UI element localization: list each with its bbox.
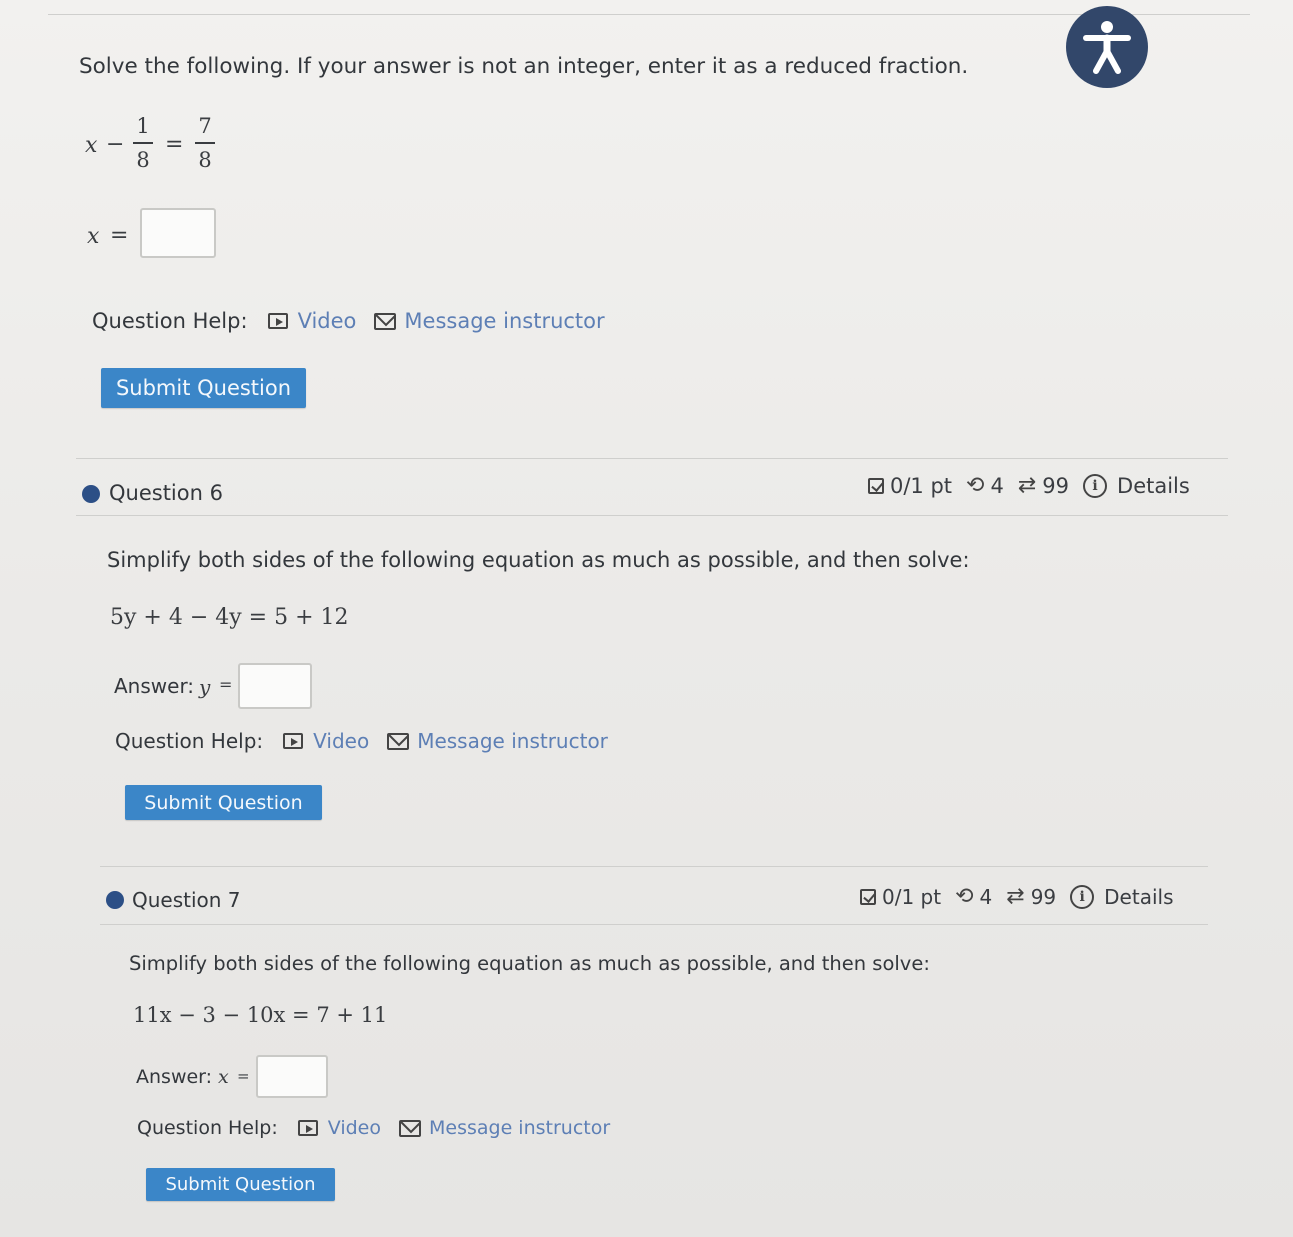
repeat-icon: ⇄ [1017, 473, 1037, 498]
mail-icon [398, 1119, 421, 1137]
question-7-submit-button[interactable]: Submit Question [146, 1168, 335, 1201]
info-icon: i [1083, 473, 1108, 498]
video-icon [283, 733, 304, 749]
question-6-submit-button[interactable]: Submit Question [125, 785, 322, 820]
message-instructor-link[interactable]: Message instructor [398, 1117, 611, 1139]
video-link[interactable]: Video [297, 1117, 381, 1139]
video-link-label: Video [313, 729, 370, 753]
question-7-meta: 0/1 pt ⟲ 4 ⇄ 99 i Details [860, 884, 1174, 909]
message-instructor-link[interactable]: Message instructor [374, 309, 605, 333]
question-7-header-divider [100, 924, 1208, 925]
video-link-label: Video [327, 1117, 381, 1139]
question-7-answer-input[interactable] [256, 1055, 328, 1098]
video-link[interactable]: Video [267, 309, 357, 333]
checkbox-icon [860, 888, 876, 905]
question-6-retries: 4 [990, 473, 1004, 498]
accessibility-icon [1083, 21, 1131, 74]
fraction-seven-eighths: 7 8 [195, 113, 215, 173]
question-7-answer-label: Answer: [136, 1066, 213, 1088]
question-6-help-row: Question Help: Video Message instructor [115, 729, 626, 753]
equation-equals: = [165, 132, 184, 157]
submit-question-button[interactable]: Submit Question [101, 368, 306, 408]
question-6-meta: 0/1 pt ⟲ 4 ⇄ 99 i Details [868, 473, 1190, 498]
answer-var: x [87, 224, 100, 249]
fraction-bar [195, 142, 215, 144]
question-7-equation: 11x − 3 − 10x = 7 + 11 [133, 1003, 388, 1027]
repeat-icon: ⇄ [1006, 884, 1025, 909]
question-6-answer-input[interactable] [238, 663, 312, 709]
answer-input[interactable] [140, 208, 216, 258]
message-instructor-label: Message instructor [404, 309, 605, 333]
video-link[interactable]: Video [283, 729, 369, 753]
question-7-top-divider [100, 866, 1208, 867]
question-6-details-label: Details [1117, 473, 1190, 498]
question-6-answer-equals: = [219, 675, 233, 694]
question-help-label: Question Help: [92, 309, 248, 333]
question-7-status-dot [106, 891, 124, 909]
fraction-bar [133, 142, 153, 144]
mail-icon [374, 312, 397, 330]
question-7-prompt: Simplify both sides of the following equ… [129, 952, 930, 975]
info-icon: i [1070, 884, 1095, 909]
video-icon [297, 1120, 318, 1136]
question-6-answer-var: y [199, 675, 211, 699]
question-6-top-divider [76, 458, 1228, 459]
question-6-title: Question 6 [109, 481, 223, 505]
question-7-details-link[interactable]: i Details [1070, 884, 1174, 909]
question-6-equation: 5y + 4 − 4y = 5 + 12 [110, 605, 349, 630]
question-help-label: Question Help: [137, 1117, 278, 1139]
message-instructor-link[interactable]: Message instructor [387, 729, 608, 753]
question-5-prompt: Solve the following. If your answer is n… [79, 54, 969, 79]
question-7-title: Question 7 [132, 888, 241, 912]
question-7-retries: 4 [979, 884, 993, 909]
video-icon [267, 313, 288, 329]
video-link-label: Video [297, 309, 357, 333]
question-help-label: Question Help: [115, 729, 264, 753]
question-6-score: 0/1 pt [890, 473, 953, 498]
checkbox-icon [868, 477, 884, 494]
retry-icon: ⟲ [966, 473, 985, 498]
fraction-denominator: 8 [198, 148, 212, 172]
question-7-answer-equals: = [237, 1067, 250, 1085]
mail-icon [387, 732, 410, 750]
question-help-row: Question Help: Video Message instructor [92, 309, 623, 333]
question-7-help-row: Question Help: Video Message instructor [137, 1117, 628, 1139]
question-6-submissions: 99 [1042, 473, 1070, 498]
question-7-details-label: Details [1104, 884, 1174, 909]
message-instructor-label: Message instructor [417, 729, 608, 753]
fraction-numerator: 1 [136, 114, 150, 138]
equation-var: x [85, 133, 98, 158]
question-7-score: 0/1 pt [882, 884, 942, 909]
equation-minus: − [106, 132, 125, 157]
question-6-answer-label: Answer: [114, 674, 195, 698]
message-instructor-label: Message instructor [428, 1117, 611, 1139]
answer-equals: = [110, 223, 129, 248]
fraction-numerator: 7 [198, 114, 212, 138]
top-divider [48, 14, 1250, 15]
question-7-submissions: 99 [1030, 884, 1057, 909]
accessibility-button[interactable] [1066, 6, 1148, 88]
question-6-prompt: Simplify both sides of the following equ… [107, 548, 970, 572]
retry-icon: ⟲ [955, 884, 974, 909]
question-6-header-divider [76, 515, 1228, 516]
fraction-denominator: 8 [136, 148, 150, 172]
question-6-status-dot [82, 485, 100, 503]
page: Solve the following. If your answer is n… [0, 0, 1293, 1237]
fraction-one-eighth: 1 8 [133, 113, 153, 173]
question-6-details-link[interactable]: i Details [1083, 473, 1190, 498]
question-7-answer-var: x [218, 1066, 229, 1088]
